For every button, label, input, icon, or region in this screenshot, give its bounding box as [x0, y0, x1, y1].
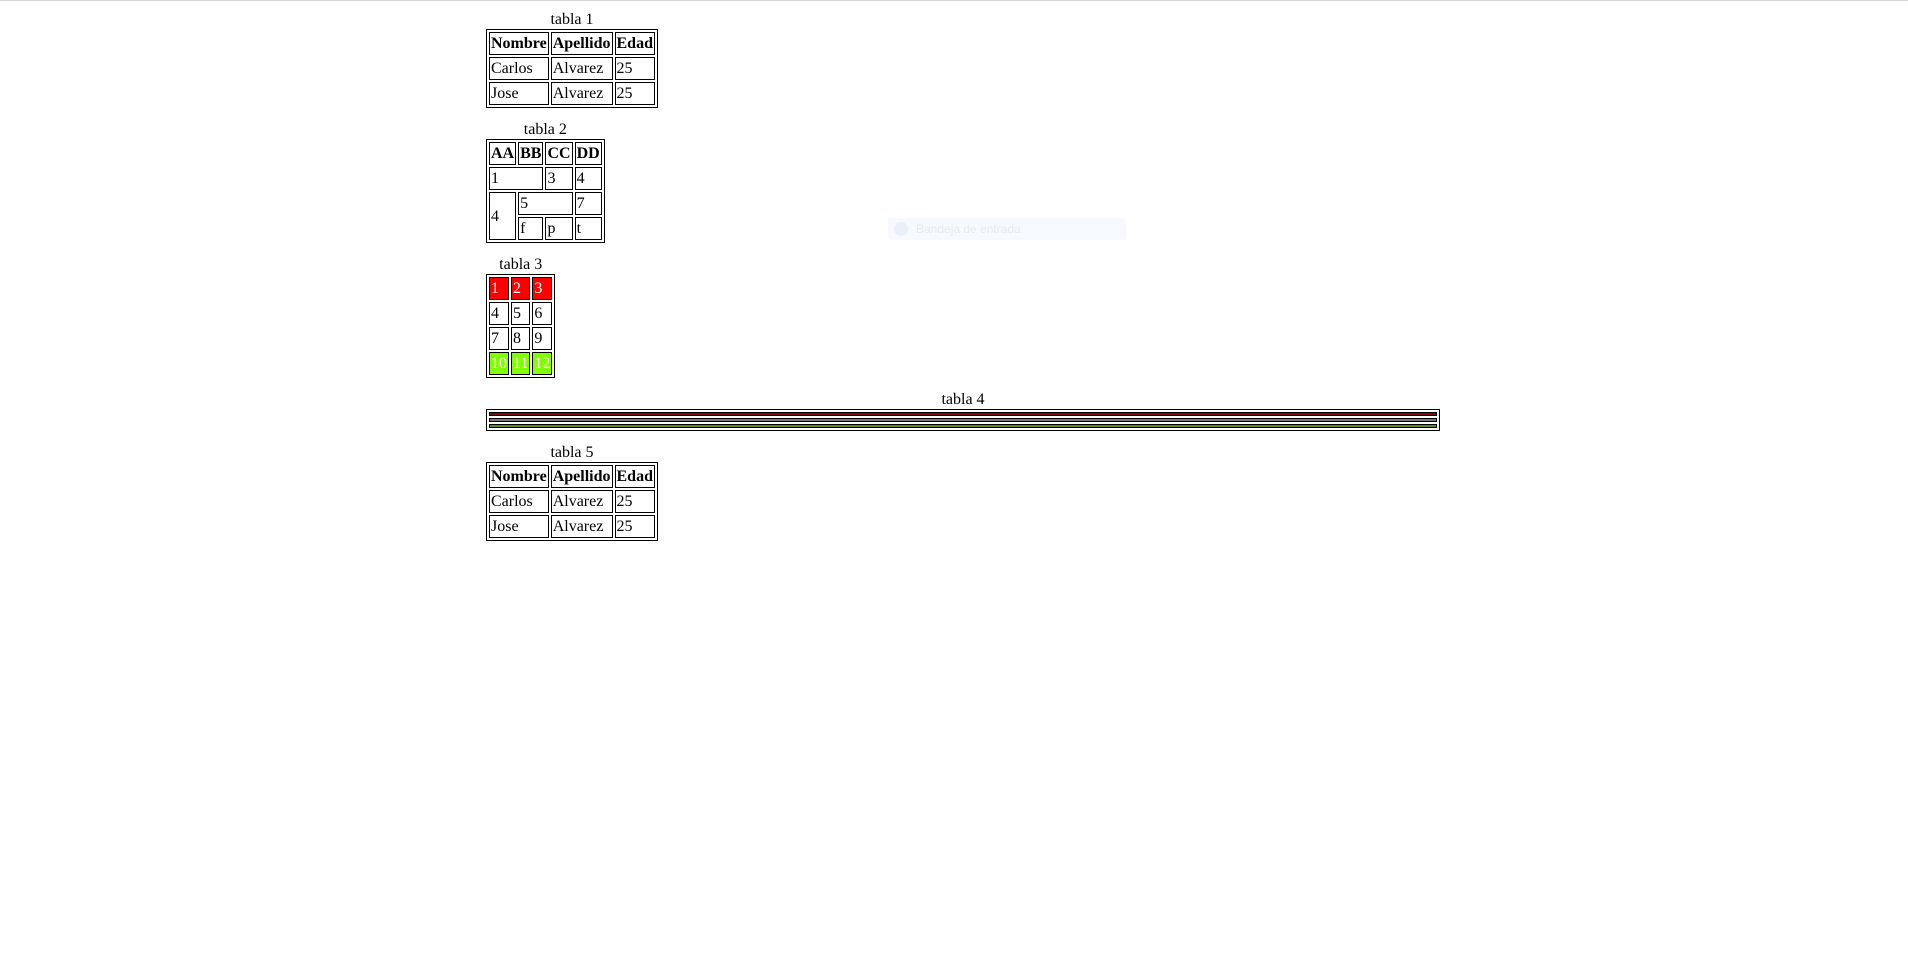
table-cell: 4	[489, 192, 517, 240]
table-cell: Carlos	[489, 490, 549, 513]
table-cell: 6	[532, 302, 553, 325]
top-border-line	[0, 0, 1908, 1]
table-cell: 4	[574, 167, 602, 190]
table-cell: 2	[511, 277, 531, 300]
faint-overlay-notification[interactable]: Bandeja de entrada	[888, 218, 1126, 240]
table-cell: p	[545, 217, 573, 240]
table-row-red: 1 2 3	[489, 277, 553, 300]
table-row: 4 5 7	[489, 192, 602, 240]
header-cell: Edad	[614, 32, 655, 55]
table-cell: 25	[614, 57, 655, 80]
tabla-1-caption: tabla 1	[550, 11, 594, 28]
tabla-4: tabla 4	[486, 390, 1440, 431]
header-cell: CC	[545, 142, 573, 165]
tabla-3-caption: tabla 3	[499, 256, 543, 273]
header-cell: Apellido	[550, 465, 613, 488]
table-cell: f	[518, 217, 544, 240]
tabla-5: tabla 5 Nombre Apellido Edad Carlos Alva…	[486, 443, 658, 541]
table-cell: 25	[614, 82, 655, 105]
table-cell: 25	[614, 515, 655, 538]
table-cell: Alvarez	[550, 57, 613, 80]
table-cell: 25	[614, 490, 655, 513]
table-cell: 7	[574, 192, 602, 215]
table-row: Jose Alvarez 25	[489, 515, 655, 538]
table-row-dark-red	[489, 412, 1437, 416]
header-cell: Nombre	[489, 465, 549, 488]
table-cell	[489, 412, 1437, 416]
table-row: Jose Alvarez 25	[489, 82, 655, 105]
table-cell: Alvarez	[550, 490, 613, 513]
header-cell: AA	[489, 142, 517, 165]
table-cell: Alvarez	[550, 82, 613, 105]
table-cell: 11	[511, 352, 531, 375]
table-cell: 7	[489, 327, 509, 350]
table-cell: 3	[532, 277, 553, 300]
table-cell: Alvarez	[550, 515, 613, 538]
header-cell: DD	[574, 142, 602, 165]
table-row-green	[489, 424, 1437, 428]
table-row: Carlos Alvarez 25	[489, 57, 655, 80]
table-cell	[489, 424, 1437, 428]
table-header-row: AA BB CC DD	[489, 142, 602, 165]
table-row-gray	[489, 418, 1437, 422]
table-header-row: Nombre Apellido Edad	[489, 32, 655, 55]
table-cell: 5	[511, 302, 531, 325]
table-cell: 1	[489, 167, 544, 190]
overlay-text: Bandeja de entrada	[916, 222, 1021, 236]
table-row: 7 8 9	[489, 327, 553, 350]
table-cell: 4	[489, 302, 509, 325]
tables-container: tabla 1 Nombre Apellido Edad Carlos Alva…	[486, 10, 1440, 553]
table-row-green: 10 11 12	[489, 352, 553, 375]
header-cell: Edad	[614, 465, 655, 488]
table-row: 4 5 6	[489, 302, 553, 325]
header-cell: BB	[518, 142, 544, 165]
table-cell: 12	[532, 352, 553, 375]
table-cell	[489, 418, 1437, 422]
table-cell: Jose	[489, 515, 549, 538]
table-cell: Jose	[489, 82, 549, 105]
table-cell: 9	[532, 327, 553, 350]
table-row: 1 3 4	[489, 167, 602, 190]
tabla-1: tabla 1 Nombre Apellido Edad Carlos Alva…	[486, 10, 658, 108]
header-cell: Nombre	[489, 32, 549, 55]
mail-icon	[894, 222, 908, 236]
tabla-2: tabla 2 AA BB CC DD 1 3 4 4 5 7 f p t	[486, 120, 605, 243]
table-row: Carlos Alvarez 25	[489, 490, 655, 513]
table-cell: t	[574, 217, 602, 240]
table-cell: 10	[489, 352, 509, 375]
table-cell: 5	[518, 192, 573, 215]
tabla-2-caption: tabla 2	[523, 121, 567, 138]
table-cell: 3	[545, 167, 573, 190]
table-cell: Carlos	[489, 57, 549, 80]
tabla-3: tabla 3 1 2 3 4 5 6 7 8 9 10 11 12	[486, 255, 556, 378]
header-cell: Apellido	[550, 32, 613, 55]
tabla-5-caption: tabla 5	[550, 444, 594, 461]
table-cell: 1	[489, 277, 509, 300]
table-header-row: Nombre Apellido Edad	[489, 465, 655, 488]
tabla-4-caption: tabla 4	[941, 391, 985, 408]
table-cell: 8	[511, 327, 531, 350]
